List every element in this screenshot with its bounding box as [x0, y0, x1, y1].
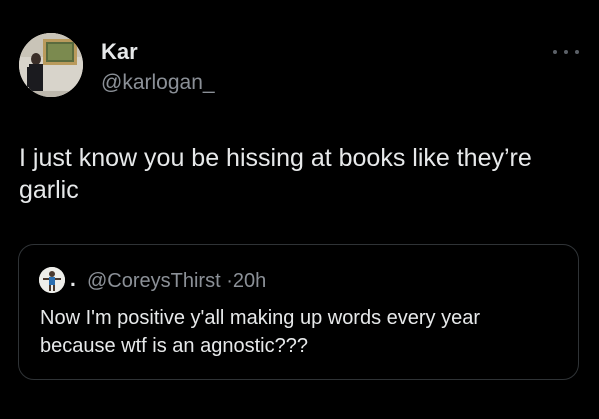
more-options-icon[interactable]	[553, 46, 579, 58]
quoted-separator: ·	[226, 270, 233, 292]
quoted-author-avatar[interactable]	[39, 267, 65, 293]
quoted-handle[interactable]: @CoreysThirst	[87, 270, 221, 292]
more-dot	[564, 50, 568, 54]
quoted-name-dot: .	[70, 268, 76, 291]
tweet-text: I just know you be hissing at books like…	[19, 144, 532, 204]
quoted-tweet-card[interactable]: . @CoreysThirst ·20h Now I'm positive y'…	[18, 244, 579, 380]
quoted-time[interactable]: 20h	[233, 270, 266, 292]
more-dot	[553, 50, 557, 54]
author-display-name[interactable]: Kar	[101, 39, 138, 65]
quoted-tweet-header: @CoreysThirst ·20h	[87, 268, 266, 294]
author-handle[interactable]: @karlogan_	[101, 70, 215, 96]
author-avatar[interactable]	[19, 33, 83, 97]
more-dot	[575, 50, 579, 54]
quoted-tweet-text: Now I'm positive y'all making up words e…	[40, 307, 481, 357]
tweet: Kar @karlogan_ I just know you be hissin…	[0, 0, 599, 419]
